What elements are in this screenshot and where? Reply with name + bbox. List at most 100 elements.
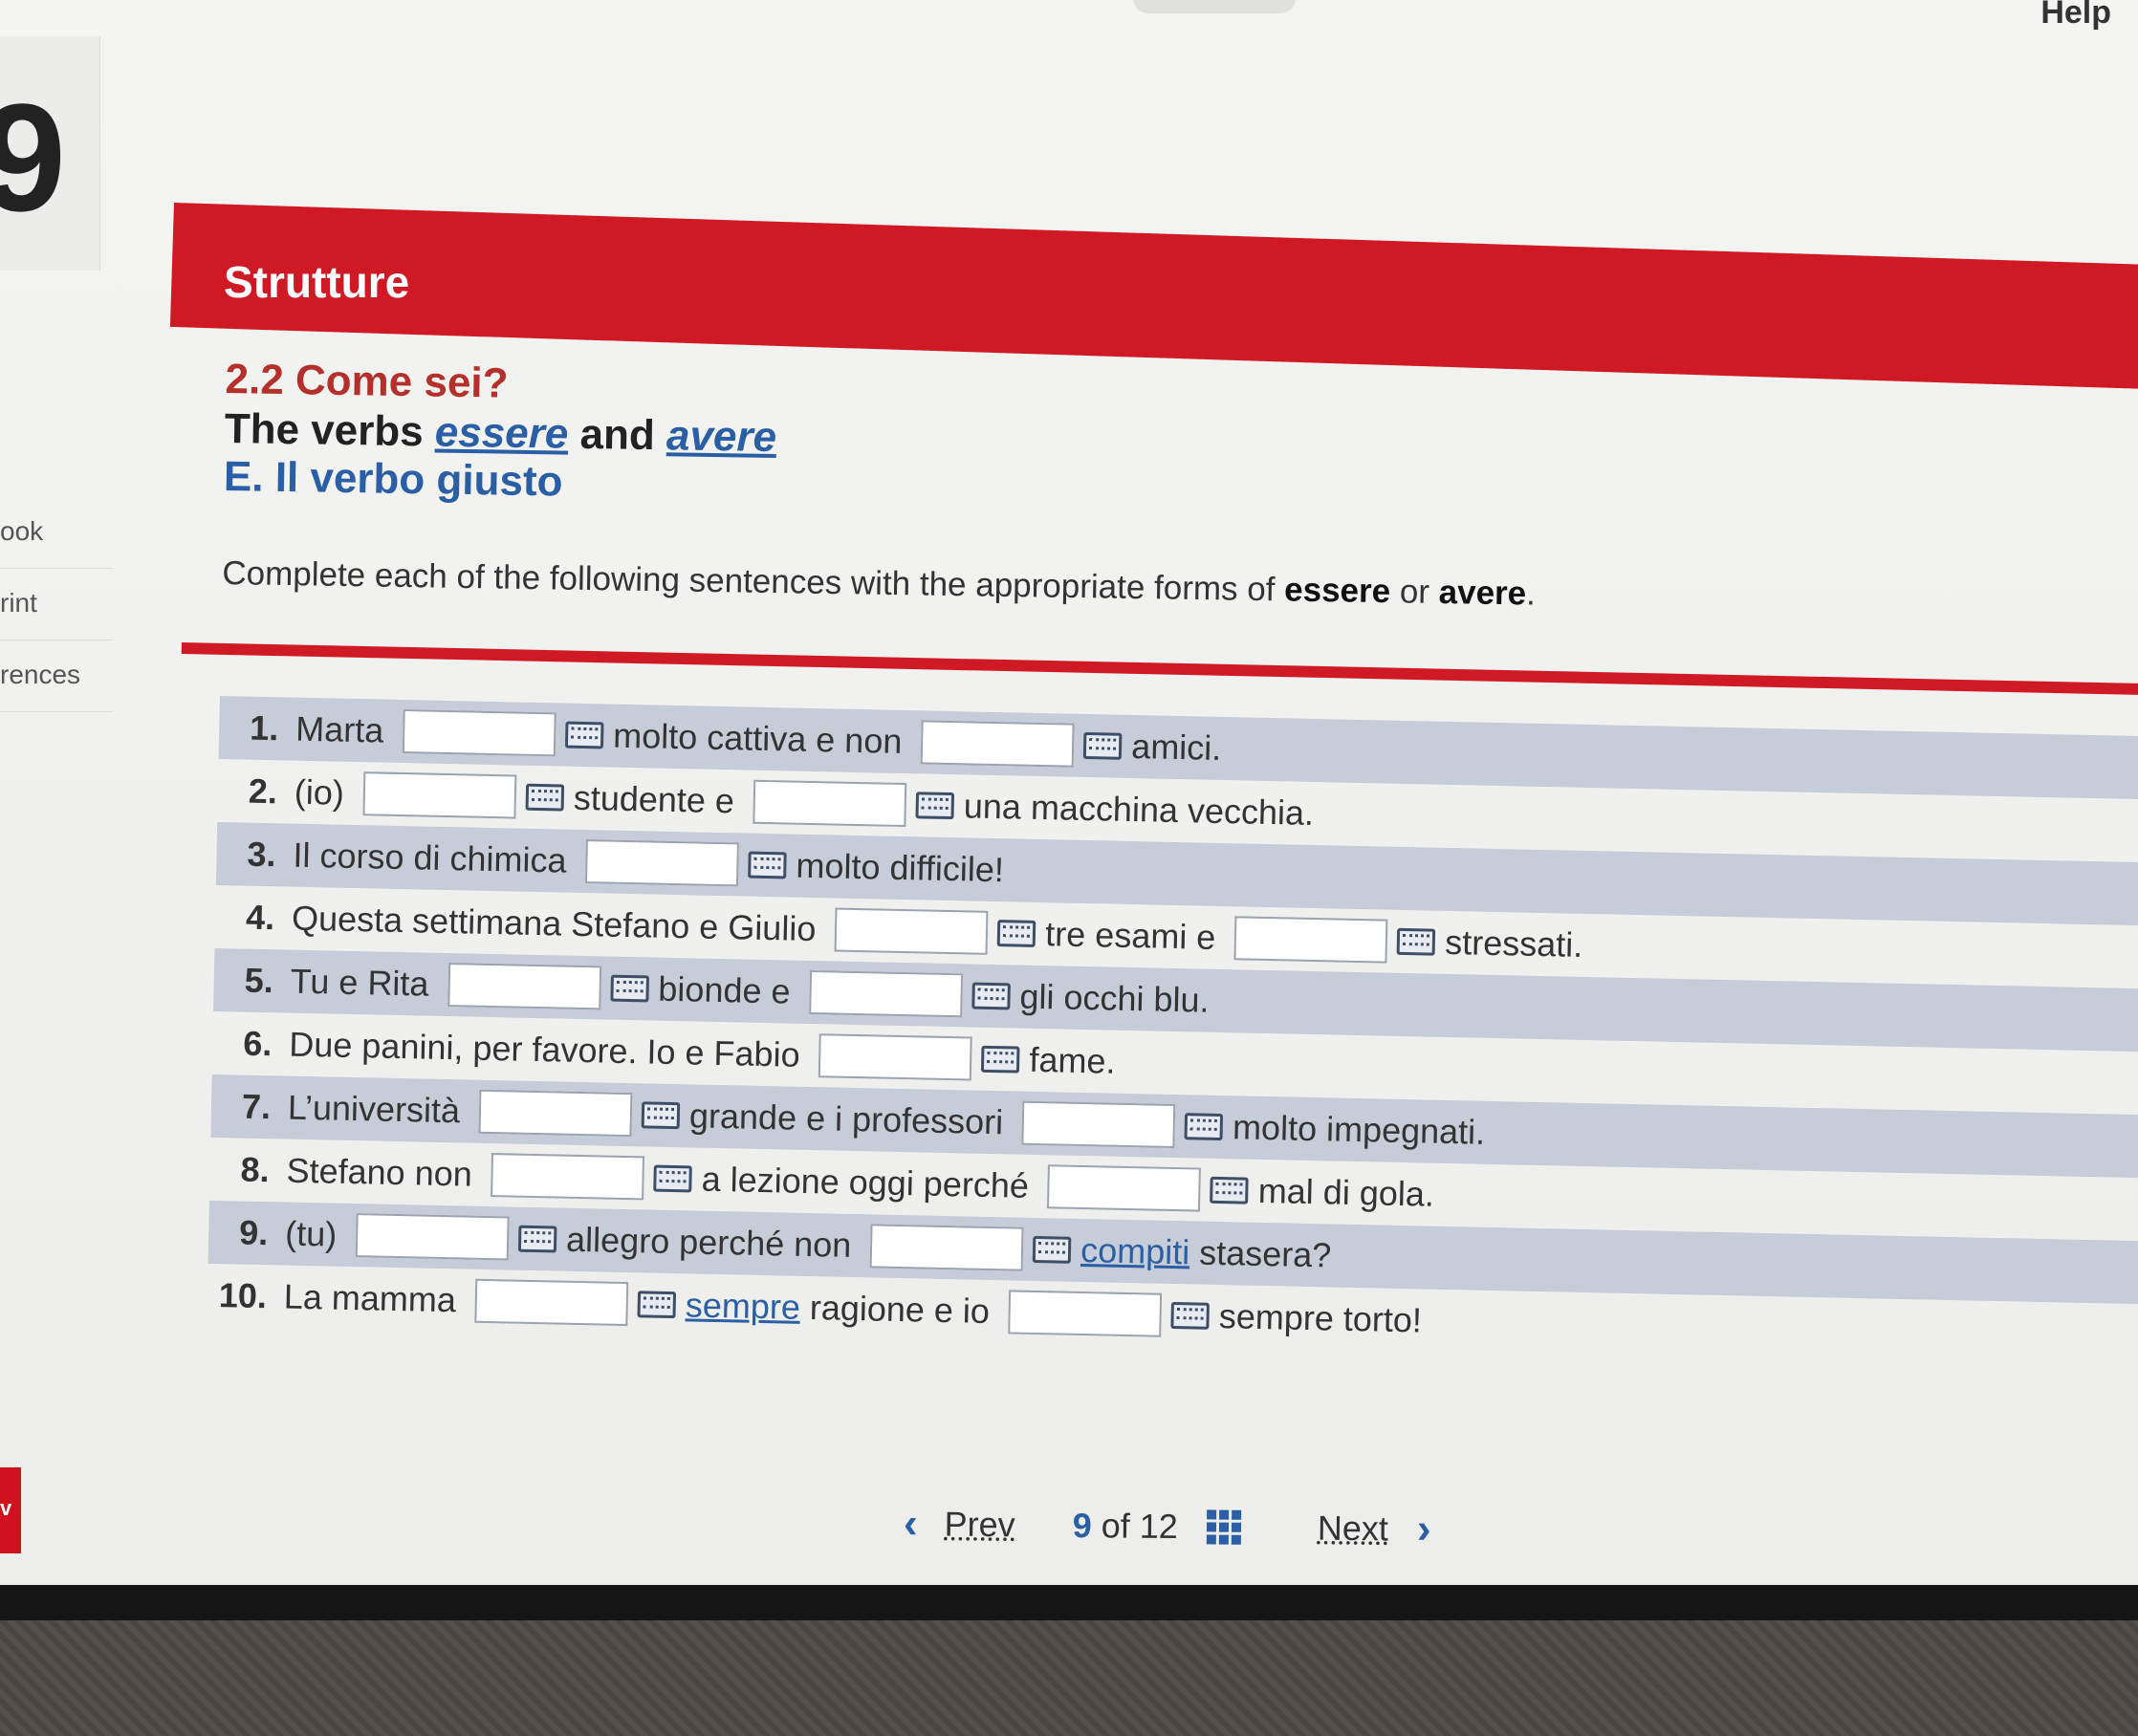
glossary-link[interactable]: sempre [685,1285,800,1328]
keyboard-icon[interactable] [1032,1235,1072,1264]
exercise-list: 1. Marta molto cattiva e non amici. 2. (… [207,696,2138,1368]
heading-prefix: The verbs [224,404,425,456]
sidebar-item-print[interactable]: rint [0,569,113,640]
row-number: 8. [240,1149,271,1190]
sentence-text: a lezione oggi perché [701,1159,1030,1205]
verb-link-essere[interactable]: essere [434,408,568,457]
answer-input[interactable] [1008,1290,1163,1337]
answer-input[interactable] [869,1224,1024,1271]
keyboard-icon[interactable] [1184,1113,1224,1141]
instructions-end: . [1525,575,1537,613]
grid-icon[interactable] [1206,1509,1242,1545]
answer-input[interactable] [1047,1164,1202,1212]
sentence-text: allegro perché non [565,1219,852,1265]
chevron-right-icon[interactable]: › [1417,1506,1431,1553]
prev-button[interactable]: Prev [944,1505,1014,1546]
banner-title: Strutture [224,257,410,307]
keyboard-icon[interactable] [971,982,1011,1010]
sentence-text: molto cattiva e non [612,715,903,761]
row-number: 5. [244,960,274,1001]
sentence-text: ragione e io [809,1288,991,1331]
sentence-text: (io) [294,771,345,813]
keyboard-icon[interactable] [997,920,1036,947]
keyboard-icon[interactable] [1210,1176,1250,1204]
help-link[interactable]: Help [2040,0,2111,32]
pagination: ‹ Prev 9 of 12 Next › [904,1500,1431,1553]
instructions-word-essere: essere [1283,571,1391,611]
answer-input[interactable] [474,1278,629,1327]
sentence-text: Tu e Rita [290,961,429,1004]
sentence-text: stressati. [1444,922,1583,965]
row-number: 7. [241,1086,272,1127]
row-number: 3. [247,834,276,875]
chevron-left-icon[interactable]: ‹ [904,1500,918,1548]
row-number: 9. [238,1212,269,1253]
instructions: Complete each of the following sentences… [222,554,2115,622]
sidebar-tab[interactable]: v [0,1467,21,1553]
keyboard-icon[interactable] [517,1225,557,1253]
answer-input[interactable] [920,720,1075,768]
keyboard-icon[interactable] [981,1045,1020,1074]
current-page: 9 [1072,1505,1092,1546]
keyboard-icon[interactable] [610,974,649,1003]
sidebar-item-ebook[interactable]: ook [0,497,113,569]
page-of-label: of [1101,1506,1130,1546]
keyboard-icon[interactable] [1170,1301,1211,1330]
total-pages: 12 [1139,1506,1179,1547]
keyboard-icon[interactable] [525,783,565,812]
sentence-text: fame. [1029,1039,1117,1081]
sidebar-item-references[interactable]: rences [0,640,113,712]
keyboard-icon[interactable] [748,851,787,879]
answer-input[interactable] [362,771,517,819]
answer-input[interactable] [402,709,556,757]
row-number: 10. [218,1275,268,1316]
keyboard-icon[interactable] [915,792,955,820]
heading-and: and [579,410,656,460]
keyboard-icon[interactable] [1083,731,1123,760]
answer-input[interactable] [355,1213,510,1261]
answer-input[interactable] [491,1153,645,1201]
sentence-text: studente e [573,777,735,821]
answer-input[interactable] [447,963,601,1010]
answer-input[interactable] [585,839,740,887]
row-number: 6. [242,1023,273,1064]
monitor-bezel [0,1582,2138,1620]
sentence-text: una macchina vecchia. [963,786,1315,833]
row-number: 2. [248,770,278,812]
top-tab[interactable] [1133,0,1296,13]
answer-input[interactable] [753,779,907,828]
answer-input[interactable] [1233,916,1388,964]
keyboard-icon[interactable] [1397,927,1436,956]
glossary-link[interactable]: compiti [1080,1230,1190,1272]
sentence-text: Il corso di chimica [293,835,567,880]
answer-input[interactable] [478,1089,633,1138]
sentence-text: L’università [287,1087,461,1131]
keyboard-icon[interactable] [564,721,604,749]
exercise-header: 2.2 Come sei? The verbs essere and avere… [222,356,2119,622]
keyboard-icon[interactable] [637,1291,677,1319]
sentence-text: sempre torto! [1218,1296,1423,1340]
row-number: 1. [249,707,279,749]
answer-input[interactable] [809,969,963,1018]
answer-input[interactable] [1021,1100,1176,1149]
next-button[interactable]: Next [1318,1508,1388,1550]
sentence-text: grande e i professori [688,1096,1004,1142]
sentence-text: molto impegnati. [1232,1107,1486,1152]
section-divider [181,642,2138,696]
sentence-text: gli occhi blu. [1019,976,1210,1020]
answer-input[interactable] [834,907,989,955]
keyboard-icon[interactable] [641,1101,681,1130]
sentence-text: Due panini, per favore. Io e Fabio [288,1024,801,1074]
sidebar-menu: ook rint rences [0,497,113,712]
sentence-text: tre esami e [1044,914,1216,957]
sentence-text: (tu) [284,1213,338,1254]
instructions-or: or [1399,573,1430,611]
answer-input[interactable] [818,1033,973,1081]
sentence-text: amici. [1130,726,1222,768]
keyboard-icon[interactable] [653,1164,692,1193]
sentence-text: stasera? [1198,1232,1332,1275]
sentence-text: mal di gola. [1257,1170,1435,1214]
sentence-text: Marta [295,708,384,750]
verb-link-avere[interactable]: avere [666,412,777,461]
sentence-text: bionde e [657,968,791,1011]
